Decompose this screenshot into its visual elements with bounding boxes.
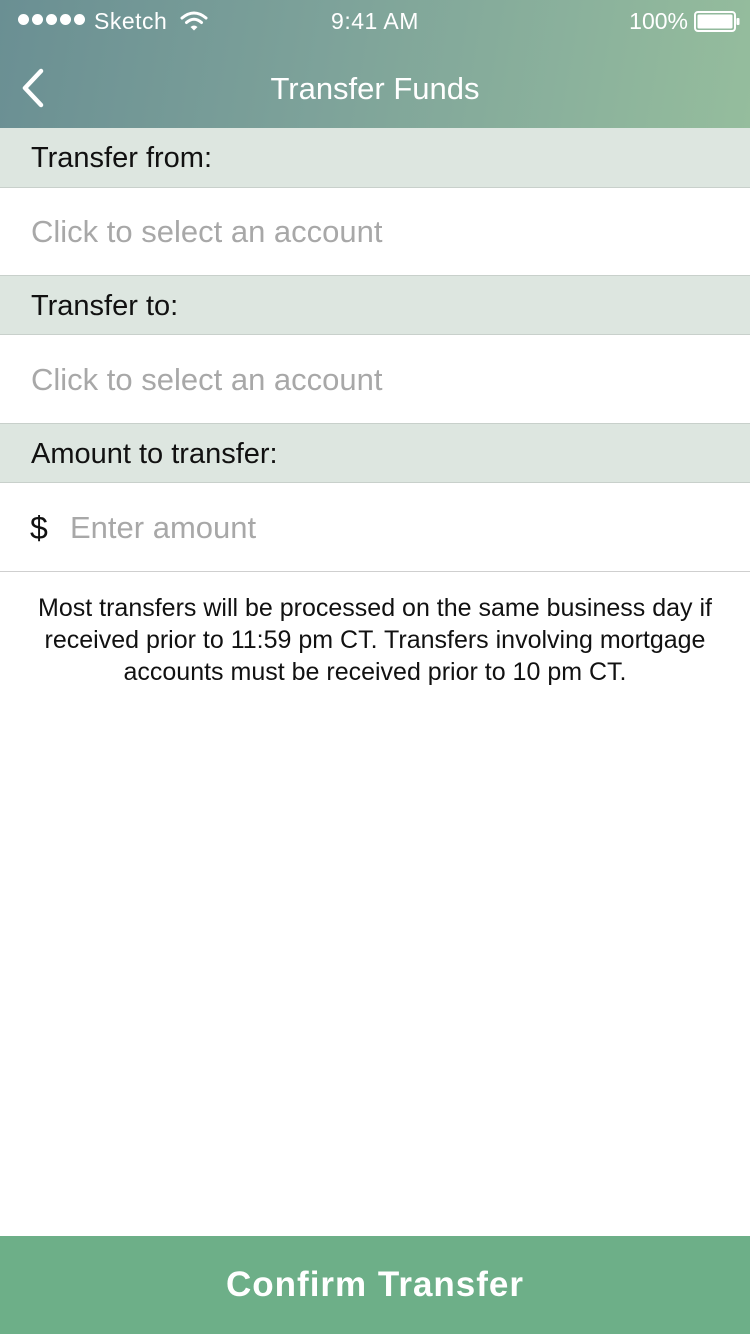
amount-label: Amount to transfer: <box>0 423 750 483</box>
battery-icon <box>694 11 740 32</box>
navigation-bar: Transfer Funds <box>0 44 750 128</box>
confirm-transfer-button[interactable]: Confirm Transfer <box>0 1236 750 1334</box>
transfer-to-label: Transfer to: <box>0 275 750 335</box>
transfer-to-select[interactable]: Click to select an account <box>0 336 750 424</box>
amount-input[interactable] <box>70 504 710 552</box>
status-bar: Sketch 9:41 AM 100% <box>0 0 750 44</box>
currency-symbol: $ <box>30 510 48 546</box>
page-title: Transfer Funds <box>270 71 480 106</box>
header: Sketch 9:41 AM 100% Transfer Funds <box>0 0 750 128</box>
battery-percentage: 100% <box>629 8 688 34</box>
amount-row: $ <box>0 484 750 572</box>
transfer-from-label: Transfer from: <box>0 128 750 188</box>
transfer-from-select[interactable]: Click to select an account <box>0 188 750 276</box>
transfer-notice: Most transfers will be processed on the … <box>38 594 712 686</box>
